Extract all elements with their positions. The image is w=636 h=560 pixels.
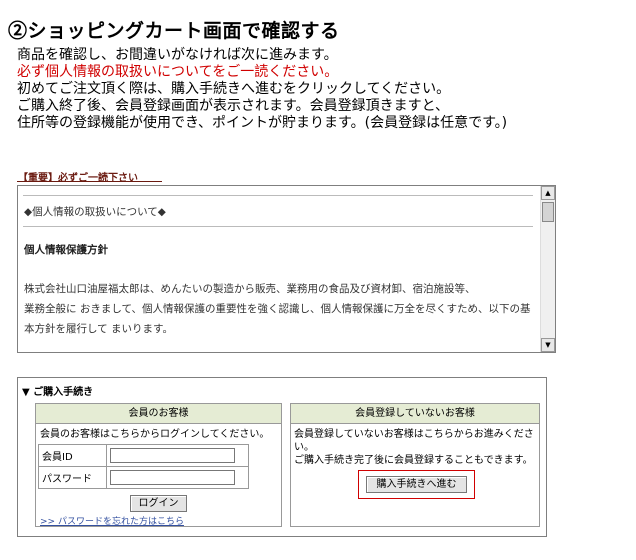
- intro-line-3: 初めてご注文頂く際は、購入手続きへ進むをクリックしてください。: [17, 81, 451, 97]
- intro-warning-line: 必ず個人情報の取扱いについてをご一読ください。: [17, 64, 339, 80]
- privacy-policy-content: ◆個人情報の取扱いについて◆ 個人情報保護方針 株式会社山口油屋福太郎は、めんた…: [18, 186, 540, 352]
- member-id-input[interactable]: [110, 448, 235, 463]
- forgot-password-link[interactable]: >> パスワードを忘れた方はこちら: [40, 514, 184, 527]
- scrollbar-thumb[interactable]: [542, 202, 554, 222]
- guest-section-title: 会員登録していないお客様: [291, 404, 539, 424]
- privacy-body-line: 本方針を履行して まいります。: [24, 323, 173, 335]
- purchase-heading: ▼ ご購入手続き: [22, 387, 94, 398]
- member-id-label: 会員ID: [38, 444, 107, 467]
- password-input[interactable]: [110, 470, 235, 485]
- member-section: 会員のお客様 会員のお客様はこちらからログインしてください。 会員ID パスワー…: [35, 403, 282, 527]
- guest-description-line: 会員登録していないお客様はこちらからお進みくださ: [294, 429, 534, 440]
- guest-description-line: ご購入手続き完了後に会員登録することもできます。: [294, 455, 533, 466]
- privacy-divider: [23, 226, 533, 227]
- guest-description-line: い。: [294, 442, 314, 453]
- privacy-divider-top: [23, 195, 533, 196]
- guest-section: 会員登録していないお客様 会員登録していないお客様はこちらからお進みくださ い。…: [290, 403, 540, 527]
- intro-line-5: 住所等の登録機能が使用でき、ポイントが貯まります。(会員登録は任意です。): [17, 115, 508, 131]
- scroll-up-arrow-icon[interactable]: ▲: [541, 186, 555, 200]
- proceed-to-checkout-button[interactable]: 購入手続きへ進む: [366, 476, 467, 493]
- member-description: 会員のお客様はこちらからログインしてください。: [40, 429, 270, 440]
- login-form: 会員ID パスワード: [38, 444, 249, 489]
- privacy-body-line: 業務全般に おきまして、個人情報保護の重要性を強く認識し、個人情報保護に万全を尽…: [24, 303, 531, 315]
- member-section-title: 会員のお客様: [36, 404, 281, 424]
- privacy-heading: ◆個人情報の取扱いについて◆: [24, 206, 166, 218]
- page-title: ②ショッピングカート画面で確認する: [8, 20, 340, 42]
- privacy-policy-title: 個人情報保護方針: [24, 244, 108, 256]
- privacy-body-line: 株式会社山口油屋福太郎は、めんたいの製造から販売、業務用の食品及び資材卸、宿泊施…: [24, 283, 476, 295]
- privacy-policy-box[interactable]: ◆個人情報の取扱いについて◆ 個人情報保護方針 株式会社山口油屋福太郎は、めんた…: [17, 185, 556, 353]
- notice-underline: [17, 181, 162, 182]
- password-label: パスワード: [38, 466, 107, 489]
- purchase-procedure-panel: ▼ ご購入手続き 会員のお客様 会員のお客様はこちらからログインしてください。 …: [17, 377, 547, 537]
- login-button[interactable]: ログイン: [130, 495, 187, 512]
- intro-line-4: ご購入終了後、会員登録画面が表示されます。会員登録頂きますと、: [17, 98, 450, 114]
- intro-line-1: 商品を確認し、お間違いがなければ次に進みます。: [17, 47, 338, 63]
- scroll-down-arrow-icon[interactable]: ▼: [541, 338, 555, 352]
- privacy-scrollbar[interactable]: ▲ ▼: [540, 186, 555, 352]
